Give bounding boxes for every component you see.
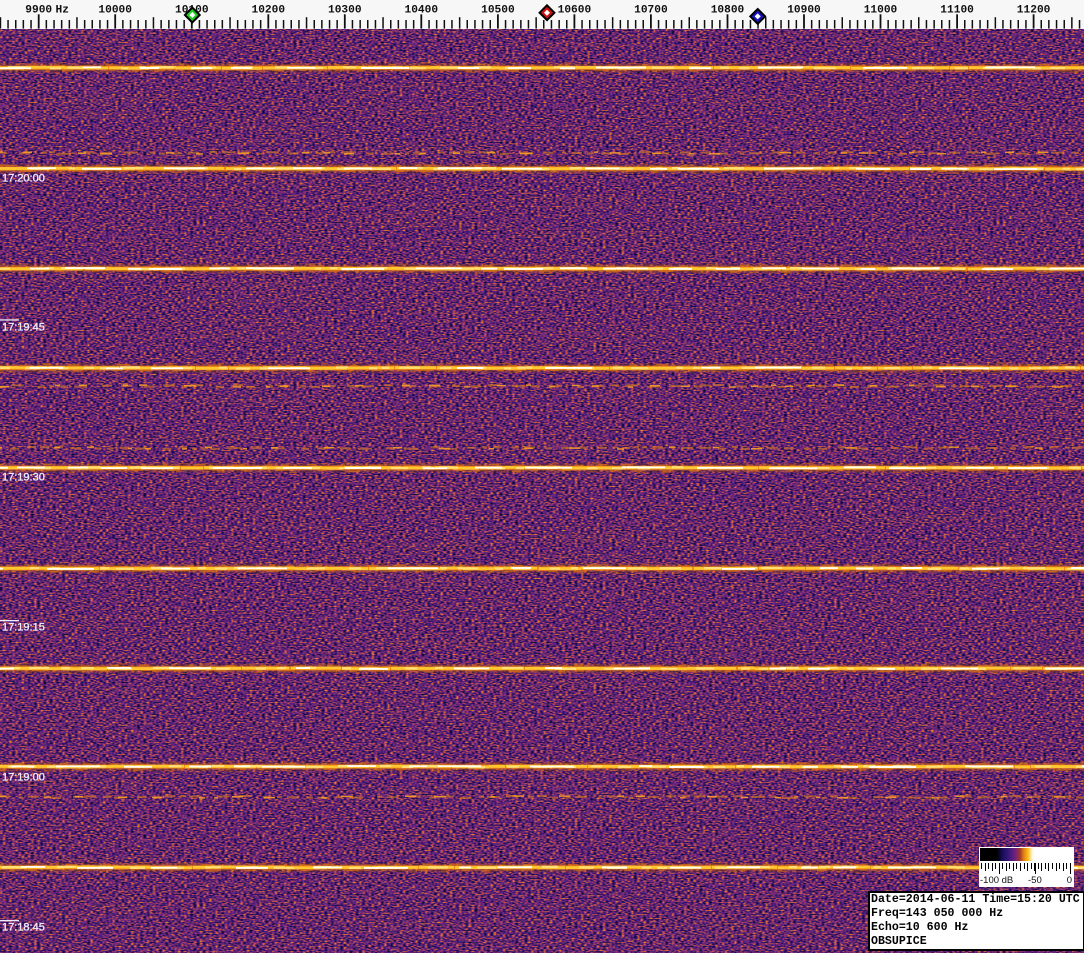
svg-text:Hz: Hz [56, 4, 69, 16]
svg-text:17:19:00: 17:19:00 [2, 772, 45, 784]
svg-text:11200: 11200 [1017, 4, 1051, 16]
svg-text:10600: 10600 [558, 4, 592, 16]
svg-text:10900: 10900 [787, 4, 821, 16]
svg-text:17:19:30: 17:19:30 [2, 472, 45, 484]
svg-text:17:19:45: 17:19:45 [2, 322, 45, 334]
svg-text:17:20:00: 17:20:00 [2, 173, 45, 185]
svg-text:17:18:45: 17:18:45 [2, 922, 45, 934]
svg-text:10400: 10400 [405, 4, 439, 16]
svg-text:10700: 10700 [634, 4, 668, 16]
svg-text:11000: 11000 [864, 4, 898, 16]
svg-text:17:19:15: 17:19:15 [2, 622, 45, 634]
svg-text:11100: 11100 [940, 4, 974, 16]
svg-text:10800: 10800 [711, 4, 745, 16]
svg-text:10200: 10200 [252, 4, 286, 16]
svg-text:10500: 10500 [481, 4, 515, 16]
svg-text:10300: 10300 [328, 4, 362, 16]
svg-text:9900: 9900 [25, 4, 52, 16]
svg-text:10000: 10000 [98, 4, 132, 16]
